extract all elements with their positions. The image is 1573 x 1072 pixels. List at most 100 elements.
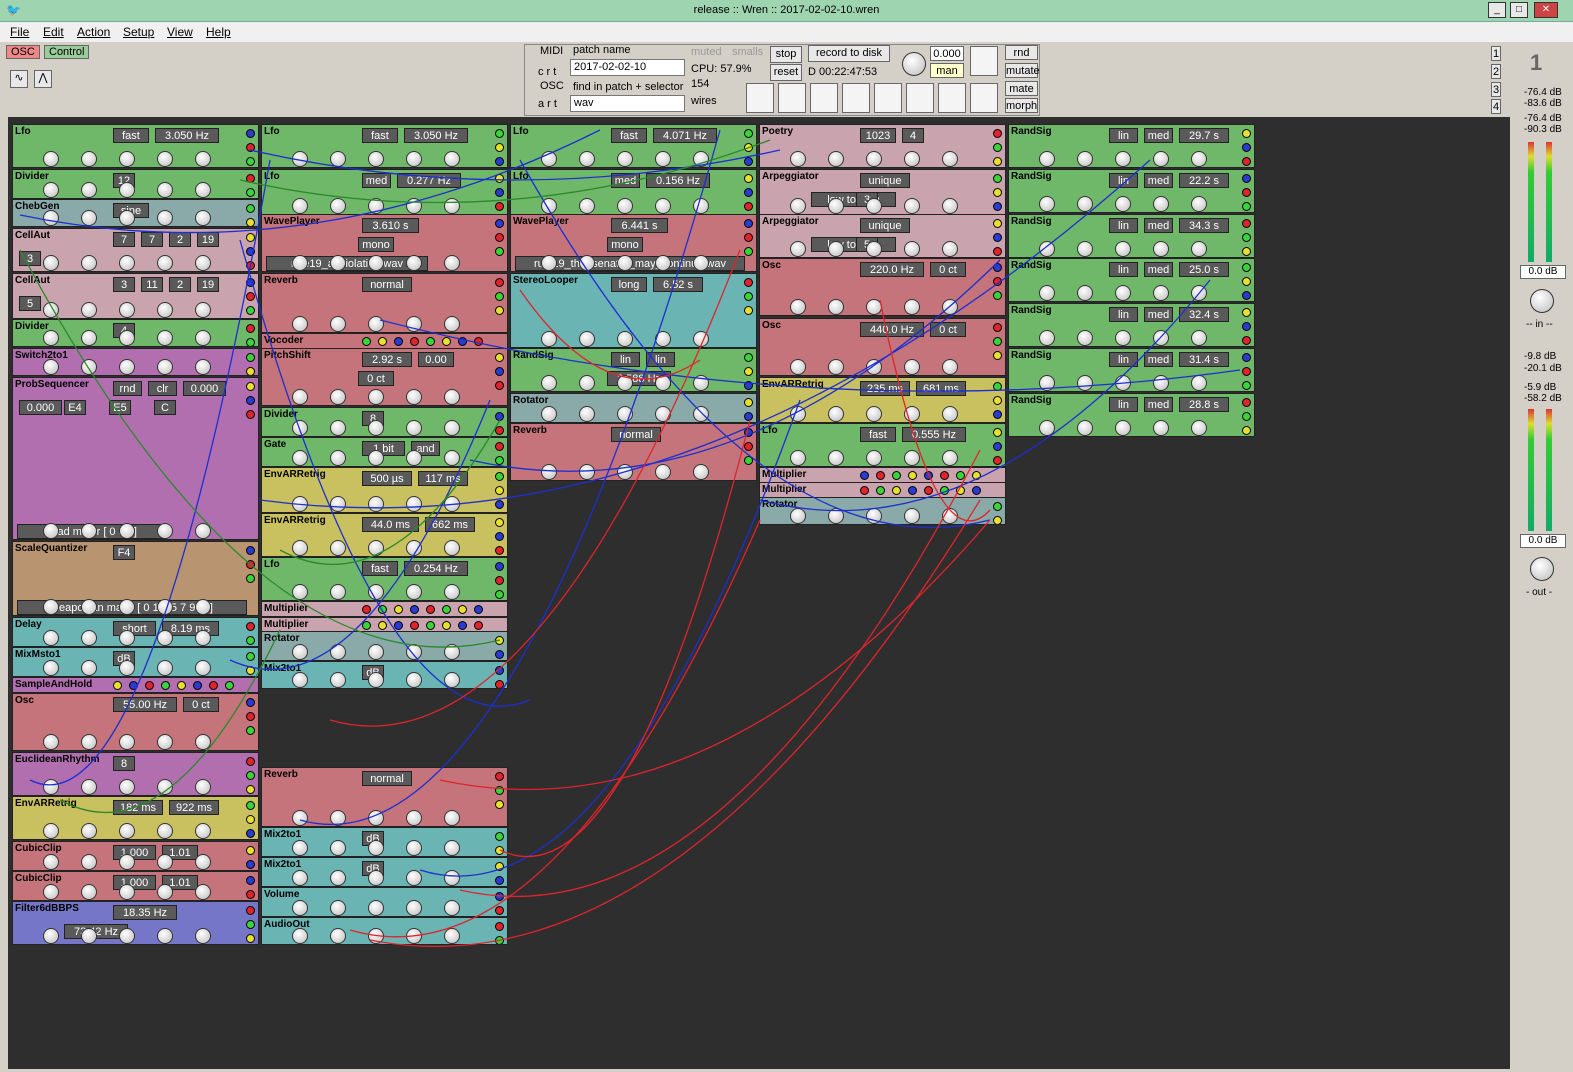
value-display[interactable]: 8 — [113, 756, 135, 771]
value-display[interactable]: 3.050 Hz — [155, 128, 219, 143]
connector-jack[interactable] — [495, 367, 504, 376]
parameter-knob[interactable] — [1039, 196, 1055, 212]
module-pitchshift[interactable]: PitchShift 2.92 s 0.00 0 ct — [261, 348, 508, 406]
parameter-knob[interactable] — [368, 450, 384, 466]
connector-jack[interactable] — [246, 410, 255, 419]
parameter-knob[interactable] — [292, 420, 308, 436]
connector-jack[interactable] — [458, 337, 467, 346]
connector-jack[interactable] — [908, 486, 917, 495]
module-envarretrig[interactable]: EnvARRetrig 182 ms 922 ms — [12, 796, 259, 840]
module-reverb[interactable]: Reverb normal — [510, 423, 757, 481]
module-audioout[interactable]: AudioOut — [261, 917, 508, 945]
connector-jack[interactable] — [410, 621, 419, 630]
parameter-knob[interactable] — [942, 198, 958, 214]
connector-jack[interactable] — [495, 546, 504, 555]
value-display[interactable]: lin — [1109, 128, 1138, 143]
parameter-knob[interactable] — [904, 406, 920, 422]
value-display[interactable]: lin — [646, 352, 675, 367]
connector-jack[interactable] — [993, 502, 1002, 511]
module-euclideanrhythm[interactable]: EuclideanRhythm 8 — [12, 752, 259, 796]
connector-jack[interactable] — [495, 247, 504, 256]
connector-jack[interactable] — [495, 650, 504, 659]
value-display[interactable]: 0 ct — [930, 322, 966, 337]
connector-jack[interactable] — [993, 351, 1002, 360]
connector-jack[interactable] — [246, 353, 255, 362]
parameter-knob[interactable] — [330, 496, 346, 512]
value-display[interactable]: normal — [611, 427, 661, 442]
value-display[interactable]: 11 — [141, 277, 163, 292]
parameter-knob[interactable] — [1153, 330, 1169, 346]
connector-jack[interactable] — [474, 337, 483, 346]
module-reverb[interactable]: Reverb normal — [261, 273, 508, 333]
parameter-knob[interactable] — [790, 406, 806, 422]
connector-jack[interactable] — [246, 906, 255, 915]
connector-jack[interactable] — [362, 621, 371, 630]
value-display[interactable]: 19 — [197, 232, 219, 247]
connector-jack[interactable] — [495, 846, 504, 855]
module-divider[interactable]: Divider 12 — [12, 169, 259, 199]
parameter-knob[interactable] — [292, 151, 308, 167]
rnd-button[interactable]: rnd — [1005, 45, 1038, 60]
value-display[interactable]: C — [154, 400, 176, 415]
connector-jack[interactable] — [744, 143, 753, 152]
parameter-knob[interactable] — [406, 198, 422, 214]
connector-jack[interactable] — [744, 219, 753, 228]
parameter-knob[interactable] — [292, 900, 308, 916]
connector-jack[interactable] — [474, 605, 483, 614]
connector-jack[interactable] — [394, 605, 403, 614]
parameter-knob[interactable] — [579, 406, 595, 422]
parameter-knob[interactable] — [368, 900, 384, 916]
connector-jack[interactable] — [495, 278, 504, 287]
module-stereolooper[interactable]: StereoLooper long 6.52 s — [510, 273, 757, 348]
connector-jack[interactable] — [744, 428, 753, 437]
connector-jack[interactable] — [495, 188, 504, 197]
connector-jack[interactable] — [246, 324, 255, 333]
parameter-knob[interactable] — [119, 210, 135, 226]
connector-jack[interactable] — [246, 188, 255, 197]
parameter-knob[interactable] — [866, 299, 882, 315]
parameter-knob[interactable] — [790, 198, 806, 214]
parameter-knob[interactable] — [195, 302, 211, 318]
connector-jack[interactable] — [993, 129, 1002, 138]
value-display[interactable]: 0.00 — [418, 352, 454, 367]
parameter-knob[interactable] — [43, 823, 59, 839]
parameter-knob[interactable] — [1039, 420, 1055, 436]
parameter-knob[interactable] — [866, 198, 882, 214]
parameter-knob[interactable] — [368, 151, 384, 167]
module-randsig[interactable]: RandSig lin med 28.8 s — [1008, 393, 1255, 437]
parameter-knob[interactable] — [330, 644, 346, 660]
parameter-knob[interactable] — [81, 330, 97, 346]
connector-jack[interactable] — [744, 157, 753, 166]
parameter-knob[interactable] — [617, 331, 633, 347]
value-display[interactable]: 6.441 s — [611, 218, 668, 233]
menu-action[interactable]: Action — [77, 25, 110, 39]
minimize-button[interactable]: _ — [1488, 2, 1506, 18]
module-reverb[interactable]: Reverb normal — [261, 767, 508, 827]
value-display[interactable]: normal — [362, 277, 412, 292]
parameter-knob[interactable] — [81, 523, 97, 539]
connector-jack[interactable] — [924, 486, 933, 495]
value-display[interactable]: unique — [860, 173, 910, 188]
parameter-knob[interactable] — [292, 840, 308, 856]
connector-jack[interactable] — [744, 292, 753, 301]
connector-jack[interactable] — [744, 188, 753, 197]
parameter-knob[interactable] — [444, 840, 460, 856]
module-cellaut[interactable]: CellAut 7 7 2 19 3 — [12, 228, 259, 272]
parameter-knob[interactable] — [444, 900, 460, 916]
connector-jack[interactable] — [940, 486, 949, 495]
parameter-knob[interactable] — [1039, 241, 1055, 257]
parameter-knob[interactable] — [195, 210, 211, 226]
connector-jack[interactable] — [993, 337, 1002, 346]
parameter-knob[interactable] — [1153, 151, 1169, 167]
parameter-knob[interactable] — [693, 331, 709, 347]
module-sampleandhold[interactable]: SampleAndHold — [12, 677, 259, 693]
connector-jack[interactable] — [993, 174, 1002, 183]
connector-jack[interactable] — [744, 247, 753, 256]
connector-jack[interactable] — [744, 202, 753, 211]
parameter-knob[interactable] — [195, 523, 211, 539]
module-mix2to1[interactable]: Mix2to1dB — [261, 827, 508, 857]
connector-jack[interactable] — [246, 712, 255, 721]
connector-jack[interactable] — [744, 367, 753, 376]
connector-jack[interactable] — [1242, 188, 1251, 197]
value-display[interactable]: 0 ct — [358, 371, 394, 386]
